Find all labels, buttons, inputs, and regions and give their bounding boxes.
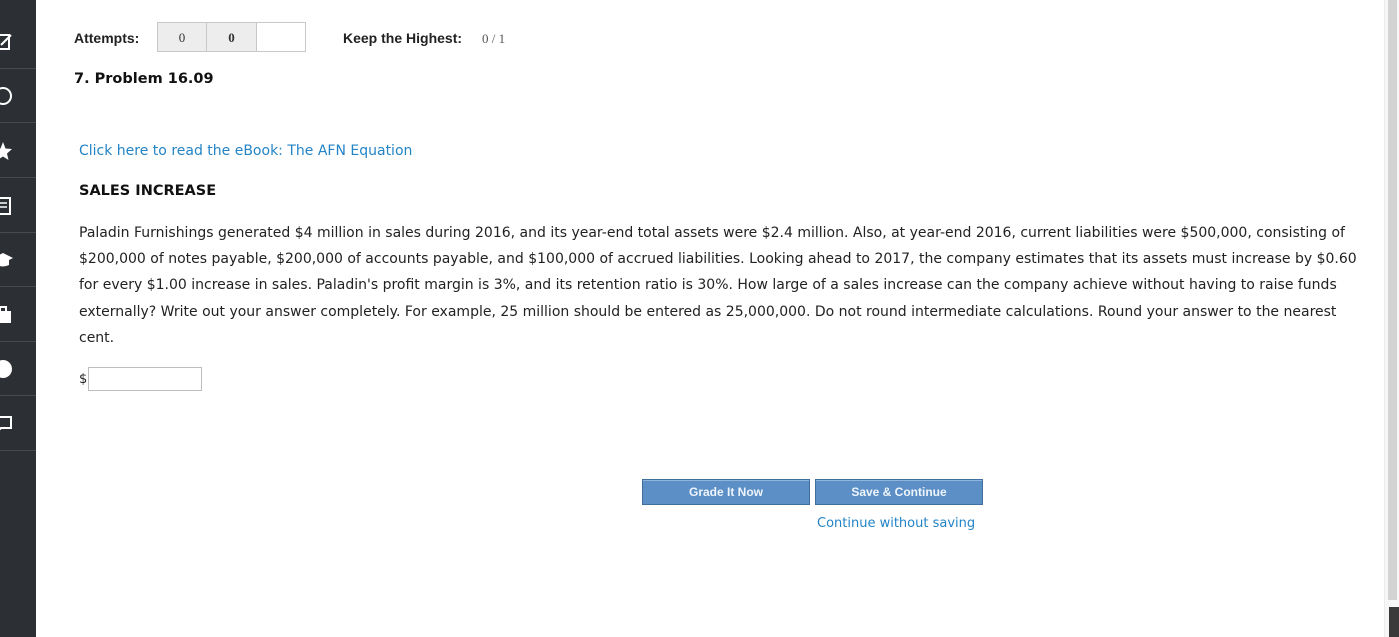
- sidebar-item-clock[interactable]: [0, 68, 36, 123]
- attempts-used-box: 0: [157, 22, 207, 52]
- sidebar-item-star[interactable]: [0, 123, 36, 178]
- attempts-remaining-box: [256, 22, 306, 52]
- problem-text: Paladin Furnishings generated $4 million…: [79, 225, 1357, 346]
- sidebar-item-book[interactable]: [0, 178, 36, 233]
- ebook-link[interactable]: Click here to read the eBook: The AFN Eq…: [79, 143, 412, 159]
- briefcase-icon: [0, 306, 11, 323]
- continue-without-saving-link[interactable]: Continue without saving: [817, 516, 975, 531]
- currency-symbol: $: [79, 372, 88, 387]
- sidebar-item-courses[interactable]: [0, 232, 36, 287]
- answer-input[interactable]: [88, 367, 202, 391]
- clock-icon: [0, 87, 12, 105]
- chat-icon: [0, 416, 12, 431]
- scrollbar-corner: [1389, 607, 1399, 637]
- sidebar-item-chat[interactable]: [0, 396, 36, 451]
- section-heading: SALES INCREASE: [79, 183, 217, 199]
- left-sidebar: [0, 0, 36, 637]
- help-icon: [0, 360, 12, 378]
- sidebar-item-briefcase[interactable]: [0, 287, 36, 342]
- keep-highest-label: Keep the Highest:: [343, 30, 463, 46]
- grade-it-now-button[interactable]: Grade It Now: [642, 479, 810, 505]
- save-continue-button[interactable]: Save & Continue: [815, 479, 983, 505]
- sidebar-item-edit[interactable]: [0, 14, 36, 69]
- problem-title: 7. Problem 16.09: [74, 71, 214, 87]
- graduation-cap-icon: [0, 253, 13, 267]
- vertical-scrollbar[interactable]: [1384, 0, 1399, 637]
- star-icon: [0, 142, 12, 160]
- sidebar-item-help[interactable]: [0, 341, 36, 396]
- keep-highest-value: 0 / 1: [482, 31, 506, 46]
- attempts-score-box: 0: [206, 22, 257, 52]
- edit-icon: [0, 34, 12, 50]
- scrollbar-thumb[interactable]: [1388, 0, 1397, 600]
- book-icon: [0, 197, 11, 215]
- attempts-label: Attempts:: [74, 30, 140, 46]
